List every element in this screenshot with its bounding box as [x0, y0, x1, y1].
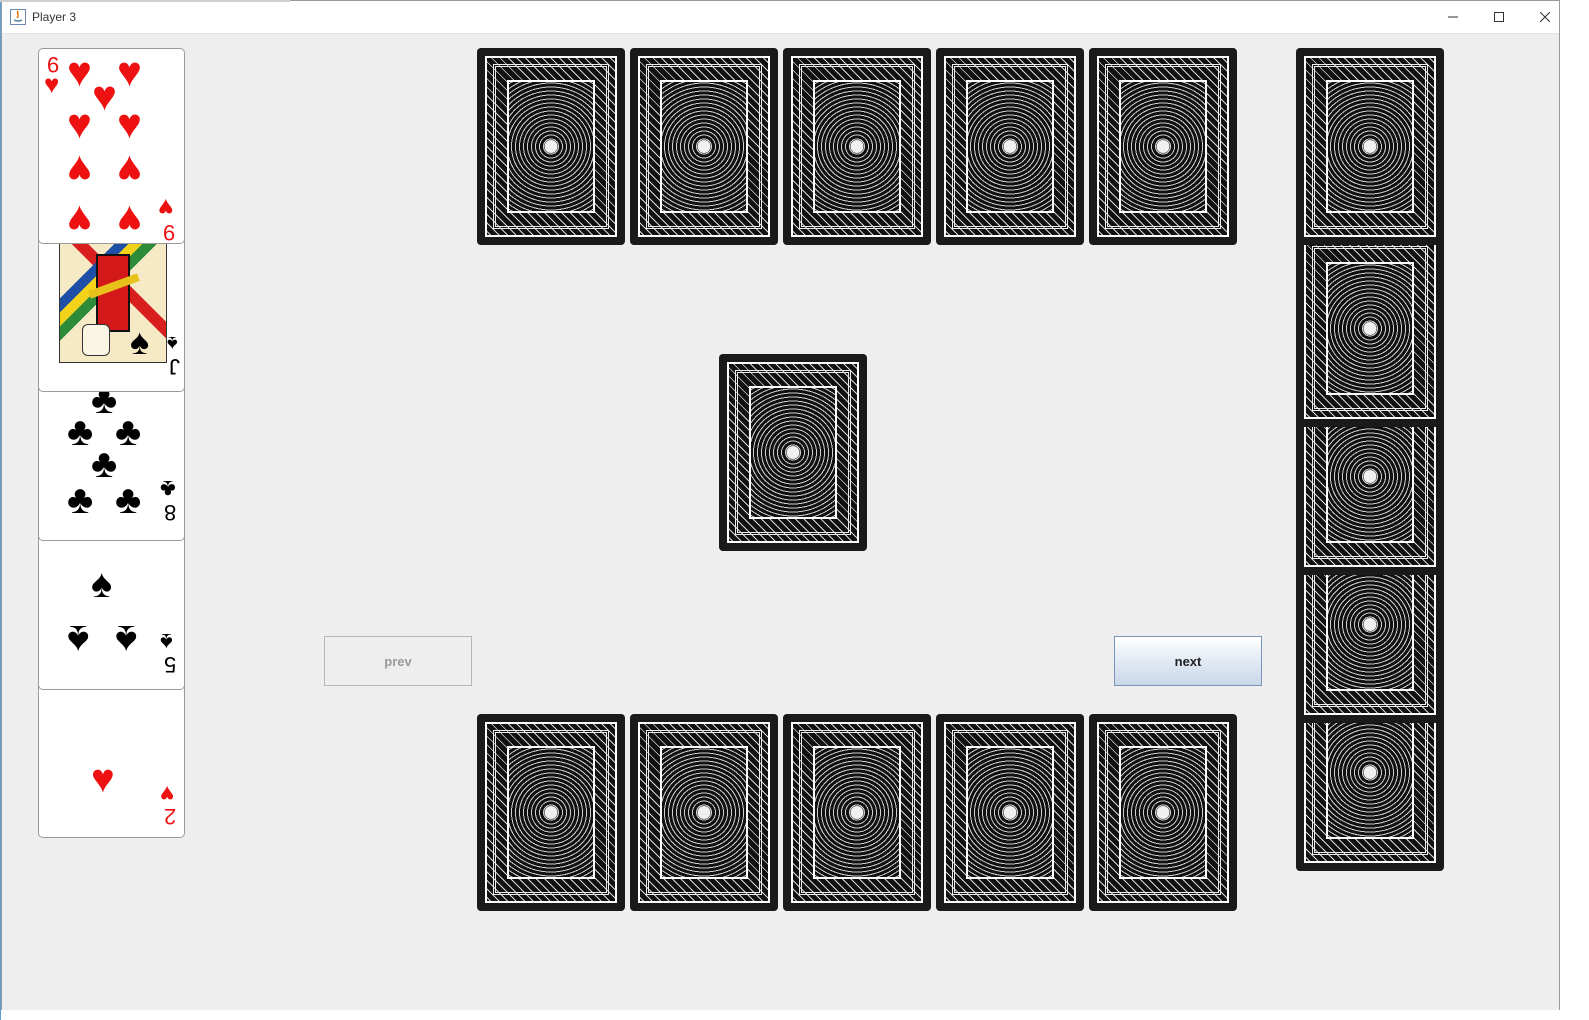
game-board: ▼ ♥ ♥ 2 ♠ ♠ ♠ ♠ ♠ ♠ 5 ♣ ♣ ♣ ♣ ♣: [2, 34, 1559, 1011]
spade-icon: ♠: [67, 617, 90, 664]
hand-card-9-hearts[interactable]: 9 ♥ ♥ ♥ ♥ ♥ ♥ ♥ ♥ ♥ ♥ ♥ 9: [38, 48, 185, 244]
desktop-edge: [0, 0, 290, 2]
heart-icon: ♥: [117, 100, 142, 147]
club-icon: ♣: [160, 475, 176, 502]
minimize-button[interactable]: [1430, 1, 1476, 33]
card-back[interactable]: [936, 714, 1084, 911]
club-icon: ♣: [115, 478, 142, 522]
card-back[interactable]: [1089, 48, 1237, 245]
spade-icon: ♠: [115, 617, 138, 664]
heart-icon: ♥: [44, 69, 60, 99]
card-rank: 5: [164, 652, 177, 677]
club-icon: ♣: [67, 478, 94, 522]
card-rank: 9: [163, 220, 176, 244]
club-icon: ♣: [91, 442, 118, 486]
heart-icon: ♥: [67, 48, 92, 95]
maximize-button[interactable]: [1476, 1, 1522, 33]
prev-button[interactable]: prev: [324, 636, 472, 686]
heart-icon: ♥: [117, 197, 142, 244]
window-title: Player 3: [32, 10, 77, 24]
card-back[interactable]: [630, 48, 778, 245]
card-back[interactable]: [477, 48, 625, 245]
card-back[interactable]: [1296, 48, 1444, 245]
card-back[interactable]: [783, 714, 931, 911]
hand-card-8-clubs[interactable]: ♣ ♣ ♣ ♣ ♣ ♣ ♣ 8: [38, 379, 185, 541]
card-back[interactable]: [1089, 714, 1237, 911]
heart-icon: ♥: [92, 72, 117, 119]
hand-card-2-hearts[interactable]: ▼ ♥ ♥ 2: [38, 676, 185, 838]
heart-icon: ♥: [158, 193, 174, 223]
heart-icon: ♥: [67, 147, 92, 194]
close-button[interactable]: [1522, 1, 1559, 33]
heart-icon: ♥: [160, 780, 175, 807]
title-bar[interactable]: Player 3: [2, 1, 1559, 34]
game-window: Player 3 ▼ ♥ ♥ 2 ♠ ♠ ♠ ♠: [1, 0, 1560, 1012]
minimize-icon: [1448, 16, 1458, 18]
spade-icon: ♠: [130, 321, 150, 362]
close-icon: [1540, 12, 1550, 22]
desktop-edge: [0, 0, 1, 1020]
card-rank: 2: [164, 804, 177, 829]
card-rank: 8: [164, 500, 177, 525]
card-rank: J: [169, 354, 180, 379]
java-app-icon: [10, 9, 26, 25]
jack-face: [82, 324, 110, 356]
heart-icon: ♥: [67, 197, 92, 244]
hand-card-5-spades[interactable]: ♠ ♠ ♠ ♠ ♠ ♠ 5: [38, 528, 185, 690]
next-button[interactable]: next: [1114, 636, 1262, 686]
center-pile-card[interactable]: [719, 354, 867, 551]
spade-icon: ♠: [167, 332, 178, 354]
heart-icon: ♥: [67, 100, 92, 147]
spade-icon: ♠: [91, 562, 113, 606]
card-back[interactable]: [630, 714, 778, 911]
background-window-edge: [0, 1010, 1589, 1020]
spade-icon: ♠: [160, 628, 173, 655]
heart-icon: ♥: [117, 147, 142, 194]
card-back[interactable]: [1296, 230, 1444, 427]
card-back[interactable]: [936, 48, 1084, 245]
club-icon: ♣: [67, 410, 94, 454]
maximize-icon: [1494, 12, 1504, 22]
card-back[interactable]: [477, 714, 625, 911]
card-back[interactable]: [783, 48, 931, 245]
heart-icon: ♥: [117, 48, 142, 95]
heart-icon: ♥: [91, 757, 115, 801]
jack-portrait: ♠: [59, 231, 167, 363]
hand-card-jack-spades[interactable]: ♠ ♠ J: [38, 230, 185, 392]
club-icon: ♣: [115, 410, 142, 454]
